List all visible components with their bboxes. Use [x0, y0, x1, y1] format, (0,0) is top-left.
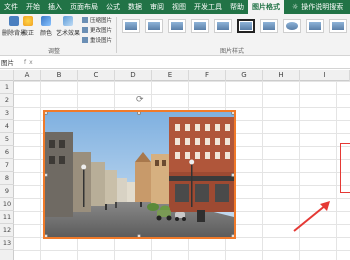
row-header[interactable]: 6 — [0, 146, 14, 159]
style-preview — [332, 22, 344, 30]
sun-icon — [23, 16, 33, 26]
resize-handle[interactable] — [137, 112, 141, 115]
row-header[interactable]: 1 — [0, 81, 14, 94]
tell-me-search[interactable]: ☼ 操作说明搜索 — [284, 0, 347, 14]
search-label: 操作说明搜索 — [301, 3, 344, 11]
picture-style-1[interactable] — [122, 19, 140, 33]
style-preview — [148, 22, 160, 30]
tab-developer[interactable]: 开发工具 — [190, 0, 226, 14]
color-button[interactable]: 颜色 — [40, 16, 52, 37]
picture-styles-group-label: 图片样式 — [220, 48, 245, 55]
row-headers: 1 2 3 4 5 6 7 8 9 10 11 12 13 — [0, 81, 14, 260]
remove-background-icon — [9, 16, 19, 26]
change-picture-label: 更改图片 — [90, 28, 113, 34]
resize-handle[interactable] — [45, 112, 48, 115]
reset-picture-button[interactable]: 重设图片 — [82, 36, 112, 44]
column-header-g[interactable]: G — [226, 70, 263, 81]
row-header[interactable]: 5 — [0, 133, 14, 146]
row-header[interactable]: 2 — [0, 94, 14, 107]
column-header-i[interactable]: I — [300, 70, 350, 81]
column-headers: A B C D E F G H I — [0, 70, 350, 81]
corrections-button[interactable]: 校正 — [22, 16, 34, 37]
resize-handle[interactable] — [231, 112, 234, 115]
street-photo — [45, 112, 234, 237]
tab-review[interactable]: 审阅 — [146, 0, 168, 14]
compress-icon — [82, 17, 88, 23]
annotation-highlight-box — [340, 143, 350, 193]
compress-pictures-button[interactable]: 压缩图片 — [82, 16, 112, 24]
row-header[interactable]: 3 — [0, 107, 14, 120]
artistic-effects-button[interactable]: 艺术效果 — [56, 16, 80, 37]
row-header[interactable]: 4 — [0, 120, 14, 133]
resize-handle[interactable] — [137, 234, 141, 237]
style-preview — [125, 22, 137, 30]
style-preview — [286, 22, 298, 30]
column-header-a[interactable]: A — [14, 70, 41, 81]
resize-handle[interactable] — [45, 173, 48, 177]
picture-style-6[interactable] — [237, 19, 255, 33]
adjust-group-label: 调整 — [48, 48, 61, 55]
style-preview — [240, 22, 252, 30]
color-label: 颜色 — [40, 30, 53, 37]
style-preview — [263, 22, 275, 30]
rotate-handle-icon[interactable]: ⟳ — [136, 95, 144, 105]
column-header-h[interactable]: H — [263, 70, 300, 81]
style-preview — [309, 22, 321, 30]
formula-bar: 图片 2 fx — [0, 57, 350, 77]
tab-home[interactable]: 开始 — [22, 0, 44, 14]
picture-style-10[interactable] — [329, 19, 347, 33]
tab-file[interactable]: 文件 — [0, 0, 22, 14]
row-header[interactable]: 13 — [0, 237, 14, 250]
row-header[interactable]: 7 — [0, 159, 14, 172]
color-icon — [41, 16, 51, 26]
artistic-effects-label: 艺术效果 — [56, 30, 81, 37]
ribbon-panel: 删除背景 校正 颜色 艺术效果 压缩图片 更改图片 重设图片 调整 图片样式 — [0, 14, 350, 56]
corrections-label: 校正 — [22, 30, 35, 37]
picture-style-2[interactable] — [145, 19, 163, 33]
inserted-picture[interactable] — [43, 110, 236, 239]
change-picture-button[interactable]: 更改图片 — [82, 26, 112, 34]
annotation-arrow-icon — [293, 201, 330, 232]
group-divider — [116, 17, 117, 53]
row-header[interactable]: 12 — [0, 224, 14, 237]
style-preview — [171, 22, 183, 30]
tab-insert[interactable]: 插入 — [44, 0, 66, 14]
reset-picture-label: 重设图片 — [90, 38, 113, 44]
artistic-effects-icon — [63, 16, 73, 26]
resize-handle[interactable] — [231, 173, 234, 177]
column-header-c[interactable]: C — [78, 70, 115, 81]
row-header[interactable]: 8 — [0, 172, 14, 185]
picture-style-8[interactable] — [283, 19, 301, 33]
reset-picture-icon — [82, 37, 88, 43]
row-header[interactable]: 11 — [0, 211, 14, 224]
column-header-f[interactable]: F — [189, 70, 226, 81]
picture-style-9[interactable] — [306, 19, 324, 33]
tab-view[interactable]: 视图 — [168, 0, 190, 14]
column-header-e[interactable]: E — [152, 70, 189, 81]
select-all-corner[interactable] — [0, 70, 14, 81]
tab-help[interactable]: 帮助 — [226, 0, 248, 14]
picture-style-7[interactable] — [260, 19, 278, 33]
tab-formulas[interactable]: 公式 — [102, 0, 124, 14]
resize-handle[interactable] — [231, 234, 234, 237]
change-picture-icon — [82, 27, 88, 33]
picture-style-5[interactable] — [214, 19, 232, 33]
name-box[interactable]: 图片 2 — [0, 58, 20, 77]
tab-picture-format[interactable]: 图片格式 — [248, 0, 284, 14]
tab-data[interactable]: 数据 — [124, 0, 146, 14]
resize-handle[interactable] — [45, 234, 48, 237]
style-preview — [194, 22, 206, 30]
fx-label[interactable]: fx — [24, 57, 36, 69]
ribbon-tab-bar: 文件 开始 插入 页面布局 公式 数据 审阅 视图 开发工具 帮助 图片格式 ☼… — [0, 0, 350, 14]
tab-page-layout[interactable]: 页面布局 — [66, 0, 102, 14]
row-header[interactable]: 9 — [0, 185, 14, 198]
row-header[interactable]: 10 — [0, 198, 14, 211]
column-header-b[interactable]: B — [41, 70, 78, 81]
picture-style-4[interactable] — [191, 19, 209, 33]
lightbulb-icon: ☼ — [292, 3, 299, 11]
style-preview — [217, 22, 229, 30]
picture-style-3[interactable] — [168, 19, 186, 33]
column-header-d[interactable]: D — [115, 70, 152, 81]
compress-label: 压缩图片 — [90, 18, 113, 24]
